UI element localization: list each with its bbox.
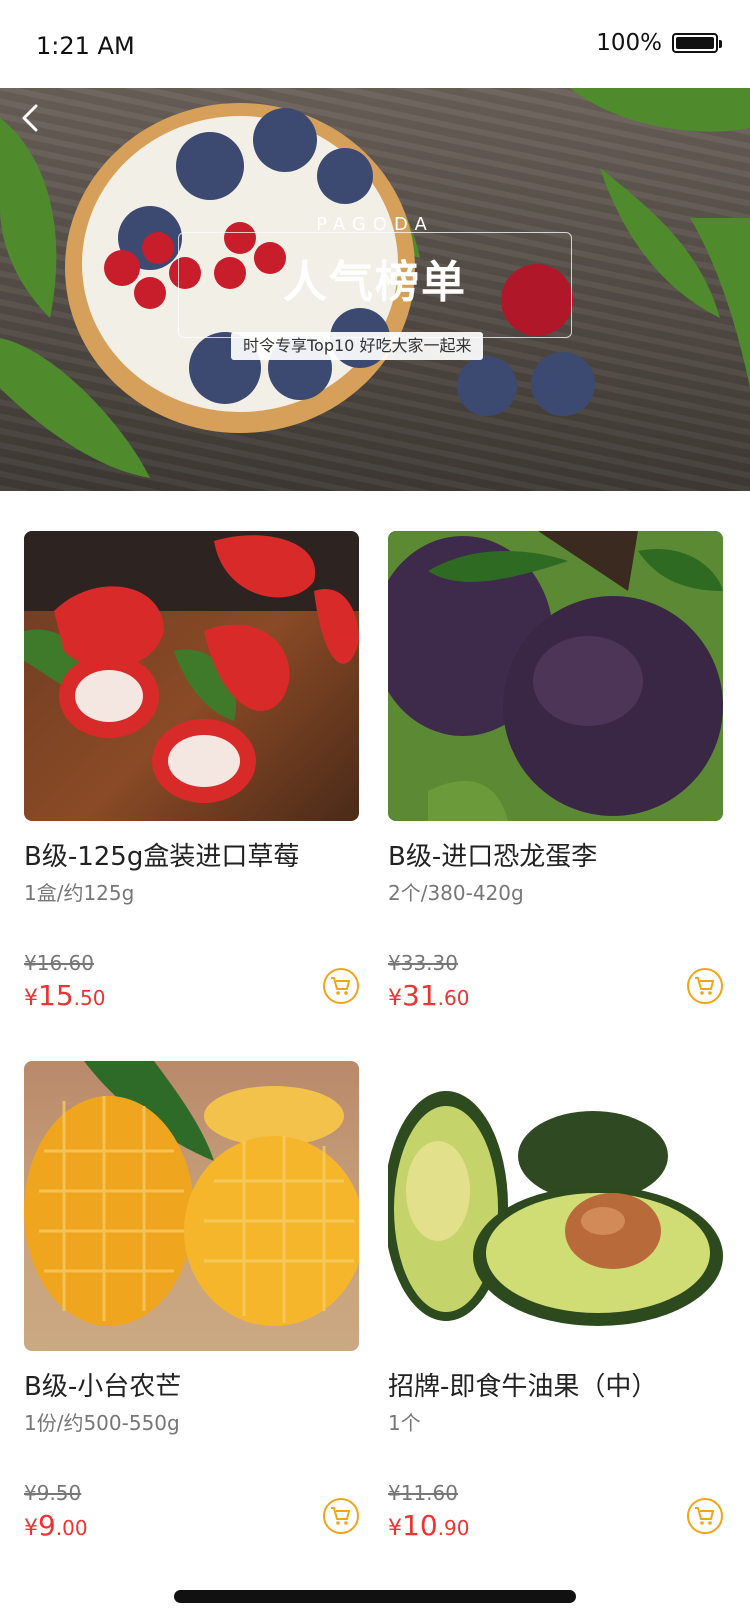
original-price: ¥33.30 bbox=[388, 951, 458, 975]
shopping-cart-icon bbox=[695, 977, 714, 995]
price-decimal: .90 bbox=[437, 1516, 470, 1540]
price-decimal: .60 bbox=[437, 986, 470, 1010]
price-currency: ¥ bbox=[24, 986, 38, 1011]
sale-price: ¥31.60 bbox=[388, 979, 469, 1012]
status-right: 100% bbox=[596, 30, 722, 56]
sale-price: ¥10.90 bbox=[388, 1509, 469, 1542]
price-currency: ¥ bbox=[24, 1516, 38, 1541]
price-integer: 15 bbox=[38, 979, 74, 1012]
hero-banner: PAGODA 人气榜单 时令专享Top10 好吃大家一起来 bbox=[0, 88, 750, 491]
product-spec: 1盒/约125g bbox=[24, 881, 135, 905]
avocado-illustration bbox=[388, 1091, 723, 1326]
sale-price: ¥9.00 bbox=[24, 1509, 88, 1542]
plum-illustration bbox=[388, 531, 723, 821]
original-price: ¥9.50 bbox=[24, 1481, 82, 1505]
price-integer: 31 bbox=[402, 979, 438, 1012]
product-name[interactable]: B级-125g盒装进口草莓 bbox=[24, 836, 299, 873]
home-indicator[interactable] bbox=[174, 1590, 576, 1603]
product-image-avocado[interactable] bbox=[388, 1061, 723, 1351]
mango-illustration bbox=[24, 1061, 359, 1326]
back-button[interactable] bbox=[18, 102, 50, 134]
price-currency: ¥ bbox=[388, 1516, 402, 1541]
add-to-cart-button[interactable] bbox=[687, 968, 723, 1004]
shopping-cart-icon bbox=[331, 1507, 350, 1525]
price-currency: ¥ bbox=[388, 986, 402, 1011]
status-time: 1:21 AM bbox=[36, 32, 135, 60]
hero-title: 人气榜单 bbox=[283, 257, 467, 308]
product-image-plum[interactable] bbox=[388, 531, 723, 821]
battery-percent: 100% bbox=[596, 30, 662, 56]
product-card[interactable]: 招牌-即食牛油果（中） 1个 ¥11.60 ¥10.90 bbox=[388, 1061, 723, 1542]
product-image-strawberry[interactable] bbox=[24, 531, 359, 821]
shopping-cart-icon bbox=[331, 977, 350, 995]
add-to-cart-button[interactable] bbox=[323, 968, 359, 1004]
product-card[interactable]: B级-进口恐龙蛋李 2个/380-420g ¥33.30 ¥31.60 bbox=[388, 531, 723, 1012]
product-name[interactable]: B级-进口恐龙蛋李 bbox=[388, 836, 597, 873]
status-bar: 1:21 AM 100% bbox=[0, 0, 750, 88]
hero-brand: PAGODA bbox=[316, 214, 434, 235]
product-spec: 1份/约500-550g bbox=[24, 1411, 180, 1435]
add-to-cart-button[interactable] bbox=[687, 1498, 723, 1534]
original-price: ¥16.60 bbox=[24, 951, 94, 975]
product-card[interactable]: B级-小台农芒 1份/约500-550g ¥9.50 ¥9.00 bbox=[24, 1061, 359, 1542]
product-name[interactable]: B级-小台农芒 bbox=[24, 1366, 181, 1403]
original-price: ¥11.60 bbox=[388, 1481, 458, 1505]
product-card[interactable]: B级-125g盒装进口草莓 1盒/约125g ¥16.60 ¥15.50 bbox=[24, 531, 359, 1012]
battery-icon bbox=[672, 33, 722, 53]
sale-price: ¥15.50 bbox=[24, 979, 105, 1012]
hero-tagline: 时令专享Top10 好吃大家一起来 bbox=[231, 332, 484, 360]
add-to-cart-button[interactable] bbox=[323, 1498, 359, 1534]
price-decimal: .50 bbox=[73, 986, 106, 1010]
product-spec: 2个/380-420g bbox=[388, 881, 524, 905]
price-decimal: .00 bbox=[55, 1516, 88, 1540]
product-spec: 1个 bbox=[388, 1411, 421, 1435]
product-name[interactable]: 招牌-即食牛油果（中） bbox=[388, 1366, 657, 1403]
price-integer: 10 bbox=[402, 1509, 438, 1542]
chevron-left-icon bbox=[22, 104, 38, 132]
strawberry-illustration bbox=[24, 531, 359, 803]
product-image-mango[interactable] bbox=[24, 1061, 359, 1351]
shopping-cart-icon bbox=[695, 1507, 714, 1525]
price-integer: 9 bbox=[38, 1509, 56, 1542]
